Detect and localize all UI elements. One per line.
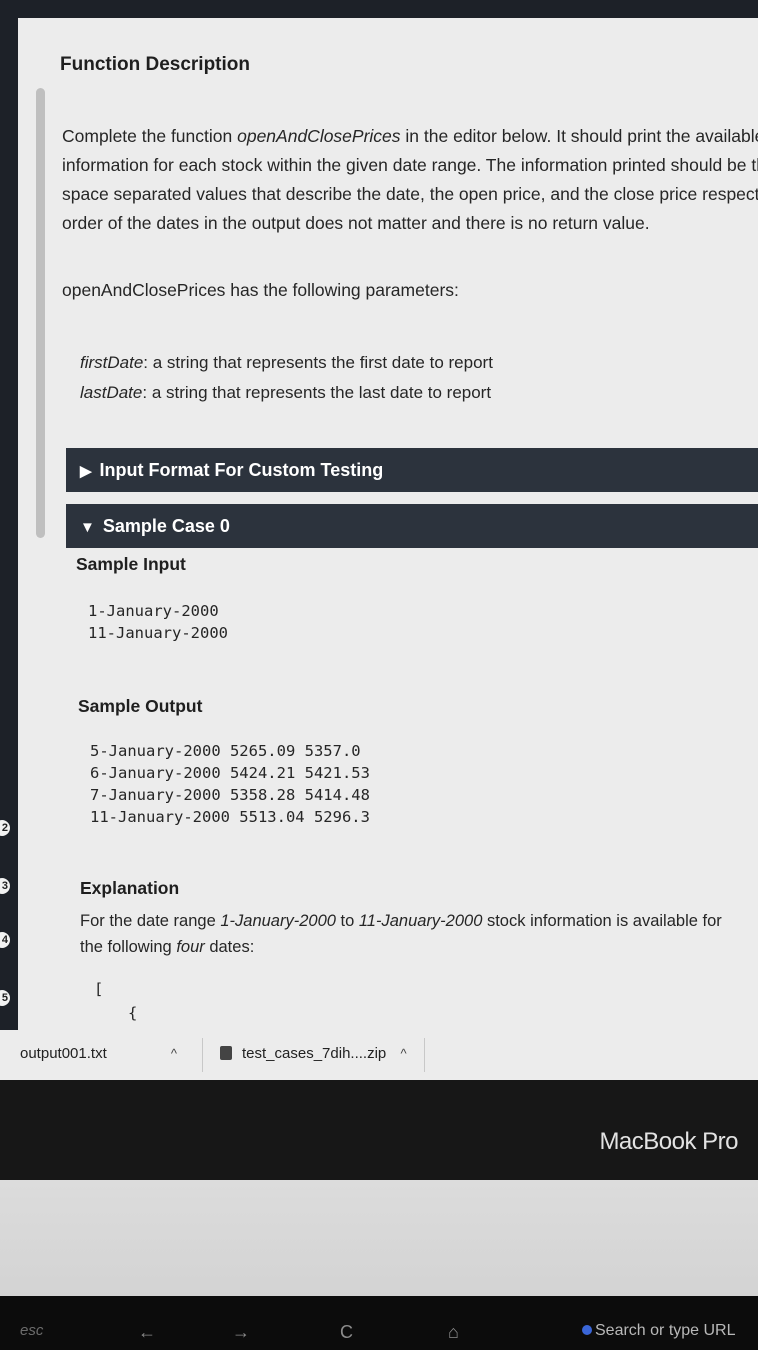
function-description-text: Complete the function openAndClosePrices…: [62, 122, 758, 238]
downloads-divider: [424, 1038, 425, 1072]
description-line-1: Complete the function openAndClosePrices…: [62, 126, 758, 146]
collapsed-triangle-icon: ▶: [80, 463, 92, 480]
parameter-last-date: lastDate: a string that represents the l…: [80, 383, 492, 402]
explanation-code-brace: {: [128, 1004, 138, 1022]
line-number: 3: [0, 878, 10, 894]
reload-icon[interactable]: C: [340, 1322, 353, 1343]
parameter-first-date: firstDate: a string that represents the …: [80, 353, 493, 372]
home-icon[interactable]: ⌂: [448, 1322, 459, 1343]
touchbar-url-search[interactable]: Search or type URL: [582, 1322, 736, 1340]
sample-case-0-section-toggle[interactable]: ▼ Sample Case 0: [66, 504, 758, 548]
problem-description-panel: Function Description Complete the functi…: [18, 18, 758, 1030]
parameters-list: firstDate: a string that represents the …: [80, 348, 493, 408]
line-number: 2: [0, 820, 10, 836]
explanation-text: For the date range 1-January-2000 to 11-…: [80, 912, 722, 956]
function-description-heading: Function Description: [60, 54, 250, 75]
scrollbar-thumb[interactable]: [36, 88, 45, 538]
input-format-label: Input Format For Custom Testing: [99, 460, 384, 480]
download-options-caret-icon[interactable]: ^: [171, 1046, 177, 1061]
sample-output-heading: Sample Output: [78, 696, 203, 716]
downloads-divider: [202, 1038, 203, 1072]
explanation-heading: Explanation: [80, 878, 180, 898]
sample-output-block: 5-January-2000 5265.09 5357.0 6-January-…: [90, 742, 370, 826]
parameters-intro: openAndClosePrices has the following par…: [62, 280, 459, 300]
description-line-3: space separated values that describe the…: [62, 184, 758, 204]
touchbar-esc-key[interactable]: esc: [20, 1322, 43, 1339]
download-item-output[interactable]: output001.txt ^: [20, 1030, 177, 1080]
macbook-pro-label: MacBook Pro: [599, 1128, 738, 1155]
download-options-caret-icon[interactable]: ^: [400, 1046, 406, 1061]
download-filename: test_cases_7dih....zip: [242, 1045, 387, 1062]
sample-case-label: Sample Case 0: [102, 516, 230, 536]
download-filename: output001.txt: [20, 1045, 107, 1062]
zip-file-icon: [220, 1046, 232, 1060]
line-number: 4: [0, 932, 10, 948]
sample-input-heading: Sample Input: [76, 554, 186, 574]
description-line-2: information for each stock within the gi…: [62, 155, 758, 175]
line-number: 5: [0, 990, 10, 1006]
back-arrow-icon[interactable]: ←: [138, 1322, 156, 1343]
description-line-4: order of the dates in the output does no…: [62, 213, 650, 233]
input-format-section-toggle[interactable]: ▶ Input Format For Custom Testing: [66, 448, 758, 492]
explanation-code-bracket: [: [94, 980, 104, 998]
sample-input-block: 1-January-2000 11-January-2000: [88, 602, 228, 642]
download-item-test-cases[interactable]: test_cases_7dih....zip ^: [220, 1030, 407, 1080]
forward-arrow-icon[interactable]: →: [232, 1322, 250, 1343]
editor-gutter: 2 3 4 5: [0, 0, 18, 1030]
downloads-bar: output001.txt ^ test_cases_7dih....zip ^: [0, 1030, 758, 1080]
expanded-triangle-icon: ▼: [80, 519, 95, 536]
google-icon: [582, 1325, 592, 1335]
screen-bezel-top: [0, 0, 758, 18]
